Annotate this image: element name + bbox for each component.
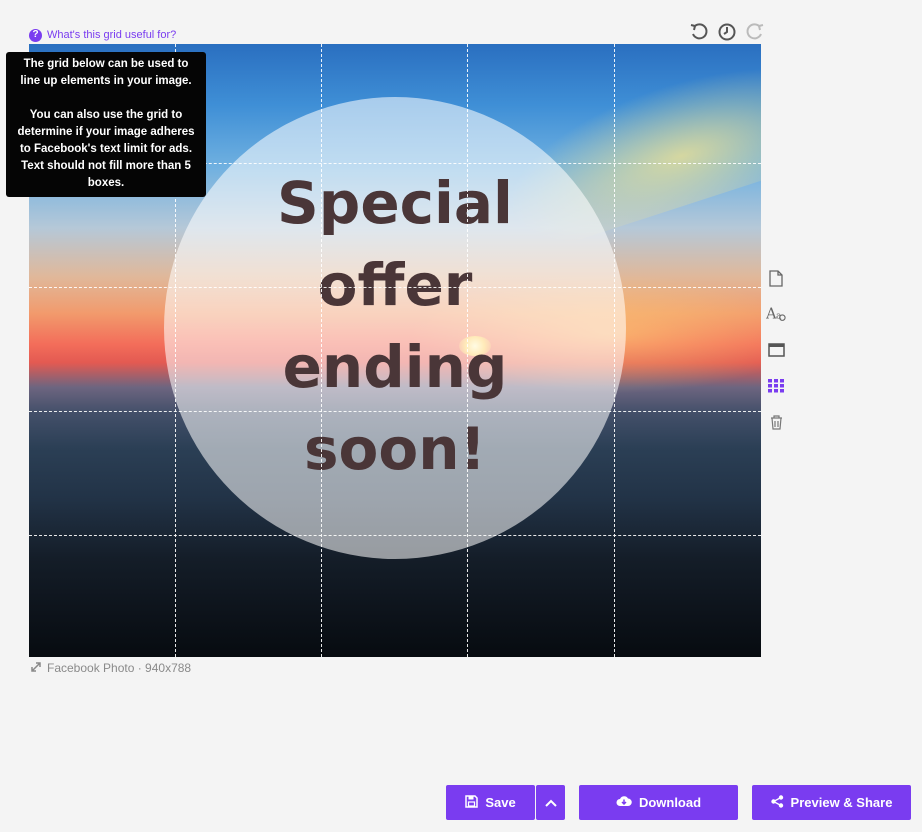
headline-line-1: Special	[277, 169, 513, 237]
headline-text[interactable]: Special offer ending soon!	[245, 162, 545, 490]
save-label: Save	[485, 795, 516, 810]
share-nodes-icon	[770, 794, 784, 811]
question-circle-icon: ?	[29, 28, 42, 42]
side-toolbar: A a	[766, 268, 786, 448]
grid-help-tooltip: The grid below can be used to line up el…	[6, 52, 206, 197]
floppy-disk-icon	[465, 794, 479, 811]
resize-arrows-icon	[30, 661, 42, 676]
grid-line-horizontal	[29, 535, 761, 536]
grid-line-vertical	[614, 44, 615, 657]
tooltip-paragraph-1: The grid below can be used to line up el…	[20, 58, 192, 87]
headline-line-4: soon!	[304, 415, 486, 483]
grid-line-vertical	[467, 44, 468, 657]
undo-icon[interactable]	[689, 22, 709, 42]
chevron-up-icon	[544, 795, 557, 810]
save-button[interactable]: Save	[446, 785, 535, 820]
grid-help-text: What's this grid useful for?	[47, 29, 177, 41]
trash-icon[interactable]	[766, 412, 786, 432]
canvas-size-text: Facebook Photo · 940x788	[47, 661, 192, 675]
history-toolbar	[689, 22, 765, 42]
headline-line-2: offer	[317, 251, 473, 319]
grid-help-link[interactable]: ? What's this grid useful for?	[29, 27, 176, 43]
preview-share-label: Preview & Share	[790, 795, 893, 810]
download-button[interactable]: Download	[579, 785, 738, 820]
page-icon[interactable]	[766, 268, 786, 288]
text-style-icon[interactable]: A a	[766, 304, 786, 324]
window-icon[interactable]	[766, 340, 786, 360]
headline-line-3: ending	[282, 333, 508, 401]
download-label: Download	[638, 795, 702, 810]
grid-line-horizontal	[29, 287, 761, 288]
text-circle-overlay[interactable]: Special offer ending soon!	[164, 97, 626, 559]
grid-line-vertical	[321, 44, 322, 657]
history-clock-icon[interactable]	[717, 22, 737, 42]
preview-share-button[interactable]: Preview & Share	[752, 785, 911, 820]
save-options-button[interactable]	[536, 785, 565, 820]
grid-line-horizontal	[29, 411, 761, 412]
canvas-size-label[interactable]: Facebook Photo · 940x788	[30, 660, 191, 676]
cloud-download-icon	[616, 795, 632, 810]
grid-icon[interactable]	[766, 376, 786, 396]
redo-icon[interactable]	[745, 22, 765, 42]
tooltip-paragraph-2: You can also use the grid to determine i…	[17, 109, 195, 189]
